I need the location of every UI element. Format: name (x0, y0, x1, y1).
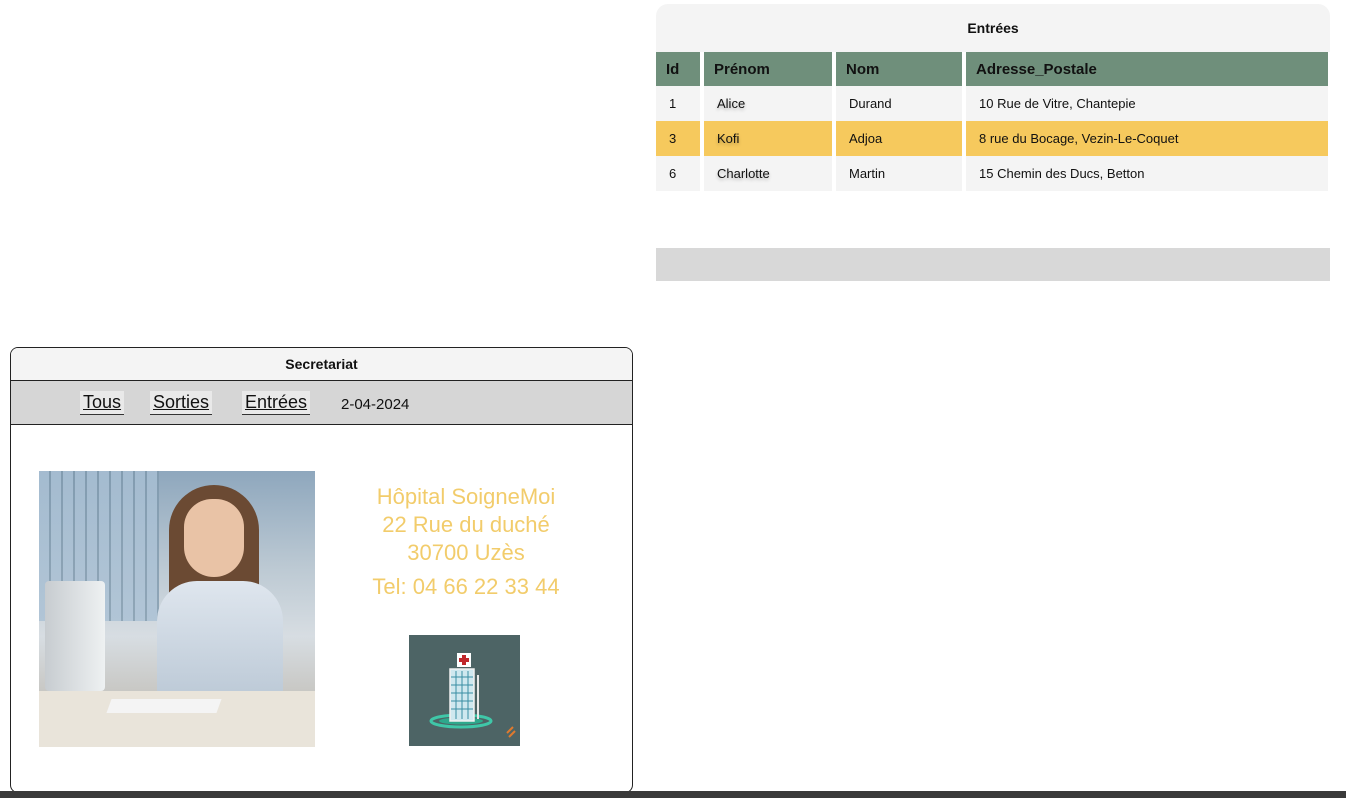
entrees-button[interactable]: Entrées (242, 391, 311, 415)
cell-nom: Durand (834, 86, 966, 121)
cell-id: 3 (656, 121, 704, 156)
secretariat-nav: Tous Sorties Entrées 2-04-2024 (11, 381, 632, 425)
tous-button[interactable]: Tous (80, 391, 125, 415)
cell-nom: Martin (834, 156, 966, 191)
hospital-city: 30700 Uzès (407, 540, 525, 565)
table-row[interactable]: 1 Alice Durand 10 Rue de Vitre, Chantepi… (656, 86, 1328, 121)
cell-id: 6 (656, 156, 704, 191)
entries-footer-bar (656, 248, 1330, 281)
hospital-street: 22 Rue du duché (382, 512, 550, 537)
entries-panel: Entrées Id Prénom Nom Adresse_Postale 1 … (656, 4, 1330, 281)
secretary-photo (39, 471, 315, 747)
hospital-logo (409, 635, 520, 746)
cell-prenom: Kofi (702, 121, 836, 156)
current-date: 2-04-2024 (341, 396, 410, 413)
column-header-nom[interactable]: Nom (834, 52, 966, 86)
entries-title: Entrées (656, 4, 1330, 52)
hospital-address: Hôpital SoigneMoi 22 Rue du duché 30700 … (351, 483, 581, 567)
cell-prenom: Alice (702, 86, 836, 121)
cell-nom: Adjoa (834, 121, 966, 156)
table-row-selected[interactable]: 3 Kofi Adjoa 8 rue du Bocage, Vezin-Le-C… (656, 121, 1328, 156)
hospital-building-icon (429, 653, 516, 738)
column-header-id[interactable]: Id (656, 52, 704, 86)
sorties-button[interactable]: Sorties (150, 391, 213, 415)
cell-adresse: 15 Chemin des Ducs, Betton (964, 156, 1328, 191)
cell-prenom: Charlotte (702, 156, 836, 191)
secretariat-card: Secretariat Tous Sorties Entrées 2-04-20… (10, 347, 633, 793)
entries-header-row: Id Prénom Nom Adresse_Postale (656, 52, 1328, 86)
secretariat-title: Secretariat (11, 348, 632, 381)
column-header-prenom[interactable]: Prénom (702, 52, 836, 86)
cell-id: 1 (656, 86, 704, 121)
entries-table: Id Prénom Nom Adresse_Postale 1 Alice Du… (656, 52, 1328, 191)
hospital-name: Hôpital SoigneMoi (376, 484, 556, 509)
column-header-adresse[interactable]: Adresse_Postale (964, 52, 1328, 86)
cell-adresse: 10 Rue de Vitre, Chantepie (964, 86, 1328, 121)
table-row[interactable]: 6 Charlotte Martin 15 Chemin des Ducs, B… (656, 156, 1328, 191)
hospital-phone: Tel: 04 66 22 33 44 (372, 574, 560, 599)
bottom-bar (0, 791, 1346, 798)
cell-adresse: 8 rue du Bocage, Vezin-Le-Coquet (964, 121, 1328, 156)
